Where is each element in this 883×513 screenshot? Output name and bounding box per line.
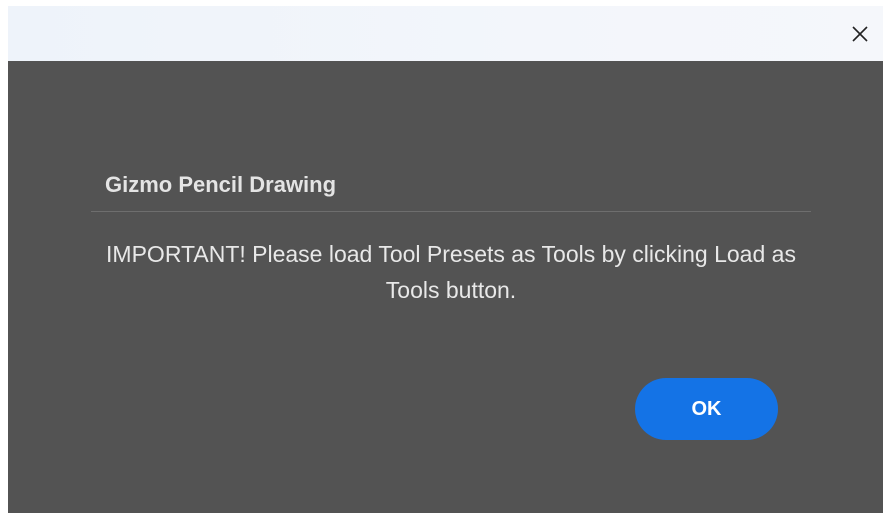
dialog-window: Gizmo Pencil Drawing IMPORTANT! Please l… [8,6,883,513]
dialog-message: IMPORTANT! Please load Tool Presets as T… [106,241,796,303]
dialog-title: Gizmo Pencil Drawing [105,172,337,197]
close-button[interactable] [837,6,883,61]
title-divider [91,211,811,212]
close-icon [851,25,869,43]
dialog-content: Gizmo Pencil Drawing IMPORTANT! Please l… [8,61,883,513]
title-bar [8,6,883,61]
ok-button[interactable]: OK [635,378,778,440]
